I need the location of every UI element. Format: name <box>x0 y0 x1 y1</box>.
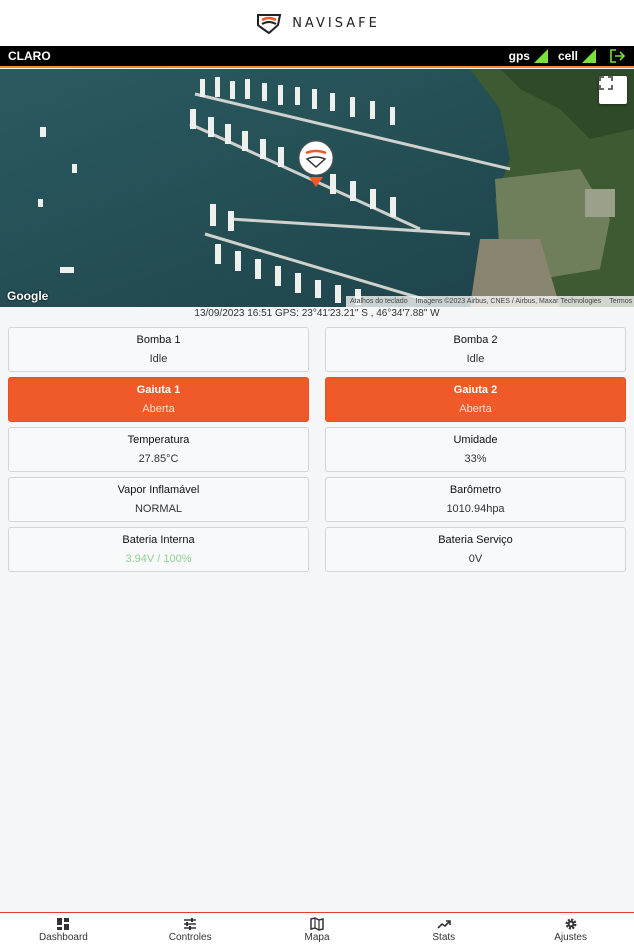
nav-controles[interactable]: Controles <box>127 913 254 950</box>
logout-icon[interactable] <box>610 49 626 63</box>
card-bateria-interna: Bateria Interna 3.94V / 100% <box>8 527 309 572</box>
map-attribution: Atalhos do teclado Imagens ©2023 Airbus,… <box>346 296 634 307</box>
card-gaiuta-2: Gaiuta 2 Aberta <box>325 377 626 422</box>
card-barometro: Barômetro 1010.94hpa <box>325 477 626 522</box>
nav-label: Controles <box>168 932 212 943</box>
card-title: Bateria Interna <box>122 534 195 546</box>
status-bar: CLARO gps cell <box>0 46 634 68</box>
nav-label: Stats <box>432 932 456 943</box>
carrier-label: CLARO <box>8 49 51 63</box>
keyboard-shortcuts-link[interactable]: Atalhos do teclado <box>350 298 408 305</box>
google-logo: Google <box>7 289 49 303</box>
cell-label: cell <box>557 49 578 63</box>
card-title: Gaiuta 1 <box>136 384 181 396</box>
app-header: NAVISAFE <box>0 0 634 46</box>
card-title: Bomba 1 <box>136 334 181 346</box>
dashboard-icon <box>57 918 70 930</box>
gps-timestamp: 13/09/2023 16:51 GPS: 23°41'23.21" S , 4… <box>194 308 440 319</box>
card-title: Bateria Serviço <box>438 534 513 546</box>
card-temperatura: Temperatura 27.85°C <box>8 427 309 472</box>
card-title: Gaiuta 2 <box>453 384 498 396</box>
nav-dashboard[interactable]: Dashboard <box>0 913 127 950</box>
card-title: Temperatura <box>127 434 190 446</box>
card-title: Umidade <box>453 434 498 446</box>
imagery-credit: Imagens ©2023 Airbus, CNES / Airbus, Max… <box>415 298 602 305</box>
nav-stats[interactable]: Stats <box>380 913 507 950</box>
gps-label: gps <box>508 49 530 63</box>
card-value: 1010.94hpa <box>446 503 505 515</box>
card-bomba-2: Bomba 2 Idle <box>325 327 626 372</box>
card-value: Aberta <box>142 403 175 415</box>
card-value: 27.85°C <box>138 453 179 465</box>
bottom-nav: Dashboard Controles Mapa Stats Ajustes <box>0 912 634 950</box>
card-title: Bomba 2 <box>453 334 498 346</box>
card-vapor-inflamavel: Vapor Inflamável NORMAL <box>8 477 309 522</box>
card-value: 3.94V / 100% <box>125 553 192 565</box>
satellite-map[interactable]: Google Atalhos do teclado Imagens ©2023 … <box>0 69 634 307</box>
card-title: Vapor Inflamável <box>117 484 200 496</box>
card-value: 0V <box>468 553 483 565</box>
card-value: Idle <box>149 353 168 365</box>
card-value: Aberta <box>459 403 492 415</box>
map-imagery <box>0 69 634 307</box>
card-gaiuta-1: Gaiuta 1 Aberta <box>8 377 309 422</box>
card-title: Barômetro <box>449 484 502 496</box>
brand: NAVISAFE <box>254 11 380 35</box>
terms-link[interactable]: Termos <box>609 298 632 305</box>
nav-label: Mapa <box>304 932 330 943</box>
sliders-icon <box>184 918 197 930</box>
nav-label: Ajustes <box>554 932 587 943</box>
card-value: NORMAL <box>134 503 183 515</box>
gear-icon <box>565 918 577 930</box>
card-umidade: Umidade 33% <box>325 427 626 472</box>
navisafe-logo-icon <box>257 14 282 35</box>
nav-label: Dashboard <box>38 932 88 943</box>
trending-icon <box>437 920 451 929</box>
card-bateria-servico: Bateria Serviço 0V <box>325 527 626 572</box>
card-value: Idle <box>466 353 485 365</box>
card-value: 33% <box>464 453 487 465</box>
fullscreen-icon <box>599 76 613 90</box>
map-icon <box>310 917 324 931</box>
card-bomba-1: Bomba 1 Idle <box>8 327 309 372</box>
gps-signal-icon <box>533 49 548 63</box>
brand-name: NAVISAFE <box>292 15 380 31</box>
cell-signal-icon <box>582 49 596 63</box>
fullscreen-button[interactable] <box>599 76 627 104</box>
nav-mapa[interactable]: Mapa <box>254 913 381 950</box>
nav-ajustes[interactable]: Ajustes <box>507 913 634 950</box>
